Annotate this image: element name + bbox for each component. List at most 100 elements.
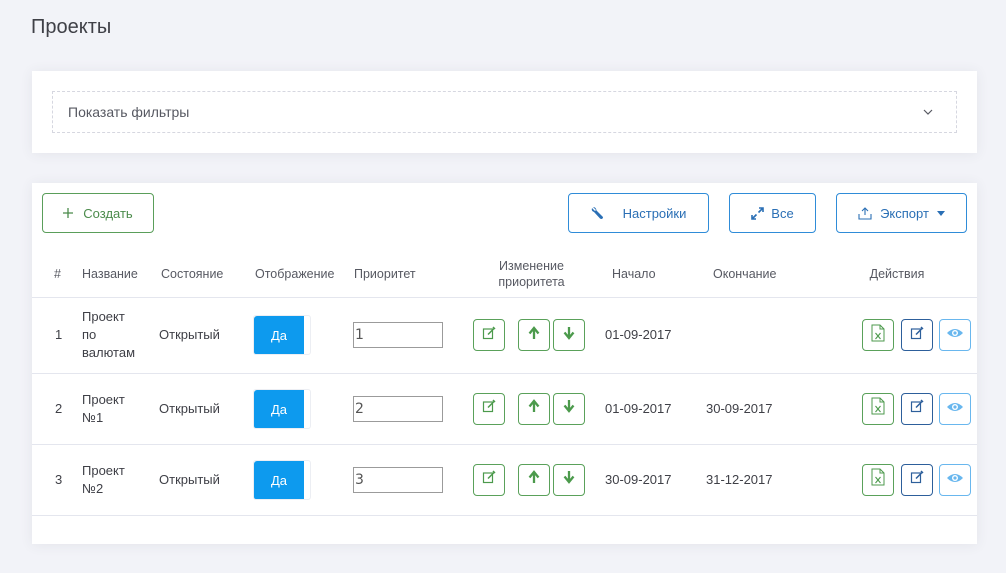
- export-excel-button[interactable]: [862, 463, 894, 496]
- create-button[interactable]: Создать: [42, 193, 154, 233]
- expand-icon: [751, 206, 765, 220]
- priority-down-button[interactable]: [552, 463, 585, 496]
- table-header-row: # Название Состояние Отображение Приорит…: [32, 251, 977, 298]
- actions-cell: [817, 444, 977, 516]
- wrench-icon: [591, 206, 605, 220]
- display-cell: Да: [253, 444, 353, 516]
- col-header-display[interactable]: Отображение: [253, 251, 353, 298]
- settings-button-label: Настройки: [622, 205, 687, 221]
- col-header-name[interactable]: Название: [82, 251, 159, 298]
- page-title: Проекты: [31, 16, 112, 38]
- priority-cell: [353, 444, 459, 516]
- col-header-actions: Действия: [817, 251, 977, 298]
- view-project-button[interactable]: [939, 463, 972, 496]
- row-num: 2: [32, 373, 82, 445]
- edit-icon: [910, 470, 924, 489]
- edit-icon: [910, 399, 924, 418]
- caret-down-icon: [936, 210, 945, 216]
- col-header-priority-change-line2: приоритета: [498, 274, 565, 289]
- display-toggle-label: Да: [254, 316, 304, 354]
- edit-priority-button[interactable]: [473, 463, 505, 496]
- priority-change-cell: [459, 373, 604, 445]
- export-button[interactable]: Экспорт: [836, 193, 967, 233]
- table-row: 2 Проект№1 Открытый Да 01: [32, 373, 977, 445]
- edit-icon: [482, 399, 496, 418]
- display-toggle-label: Да: [254, 389, 304, 428]
- priority-down-button[interactable]: [552, 392, 585, 425]
- priority-up-button[interactable]: [517, 463, 550, 496]
- display-cell: Да: [253, 297, 353, 374]
- priority-up-button[interactable]: [517, 319, 550, 351]
- filters-panel: Показать фильтры: [32, 71, 977, 153]
- priority-down-button[interactable]: [552, 319, 585, 351]
- row-num: 1: [32, 297, 82, 374]
- edit-icon: [482, 470, 496, 489]
- project-state: Открытый: [159, 444, 253, 516]
- priority-cell: [353, 297, 459, 374]
- display-toggle[interactable]: Да: [253, 388, 311, 429]
- arrow-up-icon: [527, 399, 541, 418]
- project-name-line: Проект: [82, 462, 125, 478]
- project-name-line: Проект: [82, 391, 125, 407]
- priority-cell: [353, 373, 459, 445]
- all-button-label: Все: [771, 205, 794, 221]
- plus-icon: [63, 208, 74, 218]
- project-name: Проект по валютам: [82, 297, 159, 374]
- view-project-button[interactable]: [939, 319, 972, 351]
- settings-button[interactable]: Настройки: [568, 193, 709, 233]
- col-header-state[interactable]: Состояние: [159, 251, 253, 298]
- end-date: 31-12-2017: [705, 444, 817, 516]
- arrow-down-icon: [562, 326, 576, 345]
- edit-icon: [482, 325, 496, 345]
- project-name-line: валютам: [82, 345, 136, 360]
- col-header-start[interactable]: Начало: [604, 251, 705, 298]
- arrow-down-icon: [562, 470, 576, 489]
- row-num: 3: [32, 444, 82, 516]
- display-toggle[interactable]: Да: [253, 459, 311, 500]
- start-date: 01-09-2017: [604, 373, 705, 445]
- start-date: 01-09-2017: [604, 297, 705, 374]
- actions-cell: [817, 297, 977, 374]
- excel-icon: [871, 397, 885, 420]
- arrow-down-icon: [562, 399, 576, 418]
- col-header-priority-change[interactable]: Изменение приоритета: [459, 251, 604, 298]
- chevron-down-icon: [923, 107, 933, 117]
- col-header-priority[interactable]: Приоритет: [353, 251, 459, 298]
- display-toggle-label: Да: [254, 460, 304, 499]
- project-name-line: №2: [82, 480, 104, 496]
- priority-input[interactable]: [353, 322, 443, 348]
- arrow-up-icon: [527, 325, 541, 345]
- create-button-label: Создать: [83, 205, 133, 221]
- col-header-num[interactable]: #: [32, 251, 82, 298]
- end-date: [705, 297, 817, 374]
- export-excel-button[interactable]: [862, 392, 894, 425]
- display-toggle[interactable]: Да: [253, 315, 311, 355]
- project-name-line: Проект: [82, 309, 125, 324]
- edit-priority-button[interactable]: [473, 392, 505, 425]
- export-excel-button[interactable]: [862, 319, 894, 351]
- excel-icon: [871, 468, 885, 491]
- priority-input[interactable]: [353, 395, 443, 422]
- project-name-line: №1: [82, 409, 104, 425]
- view-icon: [946, 400, 964, 418]
- table-row: 3 Проект№2 Открытый Да 30: [32, 444, 977, 516]
- arrow-up-icon: [527, 470, 541, 489]
- priority-input[interactable]: [353, 466, 443, 493]
- priority-change-cell: [459, 297, 604, 374]
- edit-project-button[interactable]: [900, 392, 933, 425]
- all-button[interactable]: Все: [729, 193, 816, 233]
- col-header-end[interactable]: Окончание: [705, 251, 817, 298]
- priority-up-button[interactable]: [517, 392, 550, 425]
- view-project-button[interactable]: [939, 392, 972, 425]
- end-date: 30-09-2017: [705, 373, 817, 445]
- display-cell: Да: [253, 373, 353, 445]
- project-name-line: по: [82, 327, 97, 342]
- edit-priority-button[interactable]: [473, 319, 505, 351]
- project-state: Открытый: [159, 297, 253, 374]
- project-name: Проект №1: [82, 373, 159, 445]
- export-icon: [858, 206, 872, 220]
- projects-table: # Название Состояние Отображение Приорит…: [32, 251, 977, 516]
- edit-project-button[interactable]: [900, 319, 933, 351]
- show-filters-toggle[interactable]: Показать фильтры: [52, 91, 957, 133]
- edit-project-button[interactable]: [900, 463, 933, 496]
